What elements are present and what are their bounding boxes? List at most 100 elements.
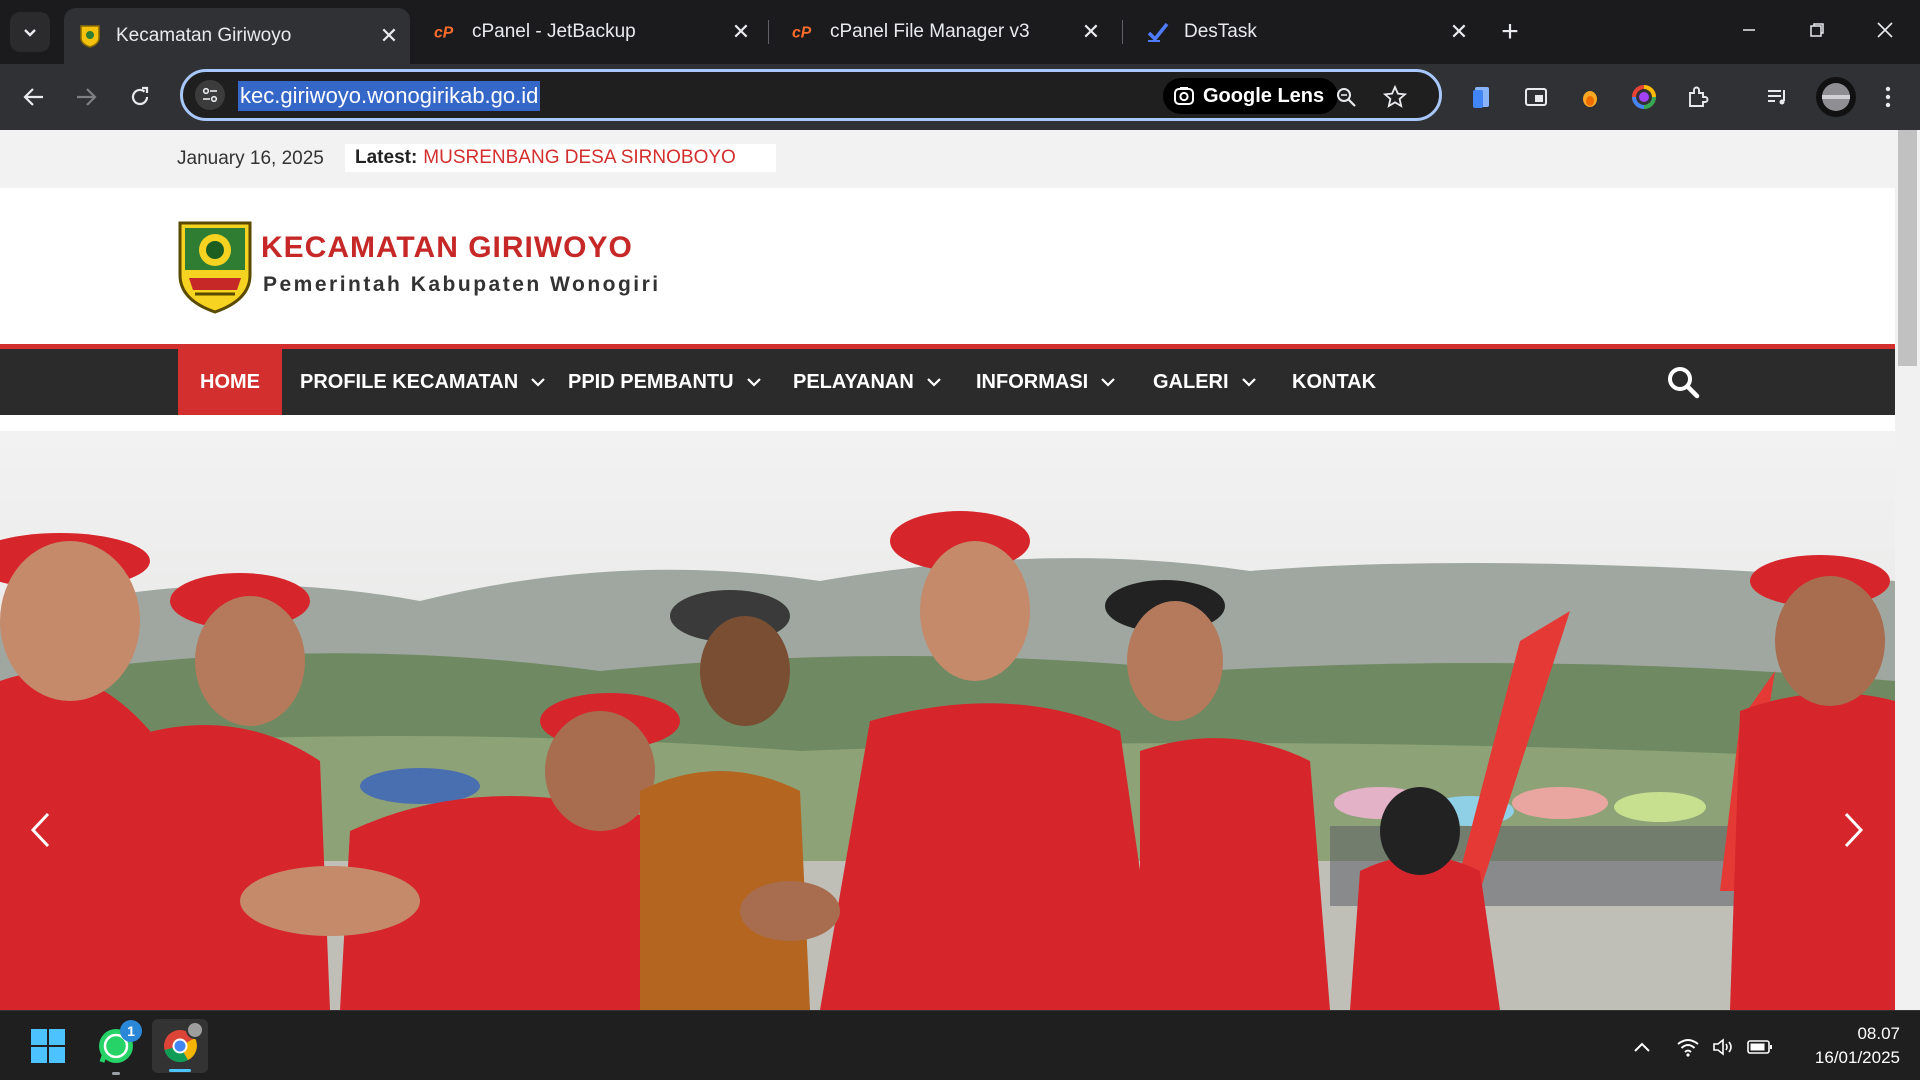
nav-ppid-pembantu[interactable]: PPID PEMBANTU: [568, 349, 762, 415]
clock-date: 16/01/2025: [1814, 1048, 1900, 1067]
taskbar: 1 08.07 16/01/2025: [0, 1010, 1920, 1080]
speaker-icon: [1713, 1038, 1732, 1056]
tune-icon: [202, 87, 218, 103]
tab-title: Kecamatan Giriwoyo: [116, 25, 292, 46]
tab-cpanel-file-manager[interactable]: cP cPanel File Manager v3 ✕: [778, 8, 1112, 56]
hero-photo: [0, 431, 1895, 1010]
nav-home-label: HOME: [200, 370, 260, 393]
restore-button[interactable]: [1783, 0, 1851, 60]
web-page: January 16, 2025 Latest: MUSRENBANG DESA…: [0, 130, 1920, 1010]
nav-home[interactable]: HOME: [178, 349, 282, 415]
more-vertical-icon: [1885, 86, 1891, 108]
flame-icon: [1583, 91, 1597, 107]
slider-prev-button[interactable]: [20, 800, 60, 860]
arrow-right-icon: [77, 88, 97, 106]
tab-search-button[interactable]: [10, 12, 50, 52]
cpanel-icon: cP: [792, 20, 816, 44]
browser-menu-button[interactable]: [1872, 81, 1904, 113]
address-bar[interactable]: kec.giriwoyo.wonogirikab.go.id Google Le…: [180, 69, 1442, 121]
arrow-left-icon: [23, 88, 43, 106]
chevron-left-icon: [30, 812, 50, 848]
start-button[interactable]: [24, 1022, 72, 1070]
tab-cpanel-jetbackup[interactable]: cP cPanel - JetBackup ✕: [420, 8, 762, 56]
extension-flame-button[interactable]: [1574, 81, 1606, 113]
media-button[interactable]: [1762, 81, 1794, 113]
current-date: January 16, 2025: [177, 148, 324, 169]
chevron-right-icon: [1844, 812, 1864, 848]
site-info-button[interactable]: [195, 80, 225, 110]
running-indicator: [169, 1069, 191, 1072]
close-icon[interactable]: ✕: [726, 17, 756, 47]
nav-kontak[interactable]: KONTAK: [1292, 349, 1376, 415]
latest-news-ticker: Latest: MUSRENBANG DESA SIRNOBOYO: [345, 144, 776, 172]
star-icon: [1383, 85, 1407, 108]
chevron-up-icon: [1634, 1042, 1650, 1052]
close-window-button[interactable]: [1851, 0, 1919, 60]
battery-status[interactable]: [1746, 1033, 1774, 1061]
chevron-down-icon: [926, 376, 942, 388]
restore-icon: [1810, 23, 1824, 37]
tab-destask[interactable]: DesTask ✕: [1132, 8, 1480, 56]
latest-label: Latest:: [355, 147, 418, 168]
profile-badge: [186, 1021, 204, 1039]
nav-galeri[interactable]: GALERI: [1153, 349, 1257, 415]
nav-informasi[interactable]: INFORMASI: [976, 349, 1116, 415]
system-clock[interactable]: 08.07 16/01/2025: [1780, 1022, 1900, 1070]
search-icon[interactable]: [1665, 364, 1701, 400]
nav-profile-kecamatan[interactable]: PROFILE KECAMATAN: [300, 349, 546, 415]
browser-toolbar: kec.giriwoyo.wonogirikab.go.id Google Le…: [0, 64, 1920, 130]
forward-button[interactable]: [66, 77, 106, 117]
reload-button[interactable]: [120, 77, 160, 117]
nav-label: PELAYANAN: [793, 370, 914, 393]
slider-next-button[interactable]: [1834, 800, 1874, 860]
site-title[interactable]: KECAMATAN GIRIWOYO: [261, 231, 633, 265]
chevron-down-icon: [1241, 376, 1257, 388]
profile-button[interactable]: [1816, 77, 1856, 117]
new-tab-button[interactable]: +: [1492, 14, 1528, 50]
battery-icon: [1747, 1040, 1772, 1054]
url-text[interactable]: kec.giriwoyo.wonogirikab.go.id: [238, 81, 541, 111]
document-icon: [1473, 87, 1489, 108]
zoom-button[interactable]: [1331, 82, 1361, 112]
main-nav: HOME PROFILE KECAMATAN PPID PEMBANTU PEL…: [0, 349, 1895, 415]
whatsapp-taskbar-button[interactable]: 1: [92, 1020, 142, 1075]
volume-status[interactable]: [1710, 1033, 1738, 1061]
chevron-down-icon: [746, 376, 762, 388]
site-logo[interactable]: [177, 220, 253, 314]
scrollbar-thumb[interactable]: [1898, 130, 1917, 366]
wifi-status[interactable]: [1674, 1033, 1702, 1061]
puzzle-icon: [1689, 86, 1709, 107]
tab-separator: [768, 20, 769, 44]
color-ring-icon: [1632, 85, 1656, 109]
top-bar: January 16, 2025 Latest: MUSRENBANG DESA…: [0, 130, 1895, 188]
tab-kecamatan-giriwoyo[interactable]: Kecamatan Giriwoyo ✕: [64, 8, 410, 64]
nav-label: GALERI: [1153, 370, 1229, 393]
nav-label: KONTAK: [1292, 370, 1377, 393]
google-lens-icon: [1173, 85, 1195, 107]
tab-bar: Kecamatan Giriwoyo ✕ cP cPanel - JetBack…: [0, 0, 1920, 64]
bookmark-button[interactable]: [1380, 82, 1410, 112]
chrome-taskbar-button[interactable]: [152, 1019, 208, 1073]
close-icon[interactable]: ✕: [1076, 17, 1106, 47]
extension-window-button[interactable]: [1520, 81, 1552, 113]
extension-color-button[interactable]: [1628, 81, 1660, 113]
playlist-icon: [1768, 90, 1785, 105]
nav-pelayanan[interactable]: PELAYANAN: [793, 349, 942, 415]
minimize-button[interactable]: [1715, 0, 1783, 60]
minimize-icon: [1743, 29, 1755, 31]
chevron-down-icon: [530, 376, 546, 388]
shield-logo-icon: [78, 24, 102, 48]
back-button[interactable]: [14, 77, 54, 117]
close-icon[interactable]: ✕: [374, 21, 404, 51]
wifi-icon: [1677, 1039, 1699, 1057]
tab-title: DesTask: [1184, 21, 1257, 42]
show-hidden-icons-button[interactable]: [1628, 1033, 1656, 1061]
extensions-button[interactable]: [1682, 81, 1714, 113]
google-lens-button[interactable]: Google Lens: [1163, 78, 1339, 114]
latest-news-link[interactable]: MUSRENBANG DESA SIRNOBOYO: [423, 147, 736, 169]
close-icon[interactable]: ✕: [1444, 17, 1474, 47]
tab-title: cPanel File Manager v3: [830, 21, 1030, 42]
nav-label: PPID PEMBANTU: [568, 370, 734, 393]
extension-docs-button[interactable]: [1466, 81, 1498, 113]
page-scrollbar[interactable]: [1895, 130, 1920, 1010]
